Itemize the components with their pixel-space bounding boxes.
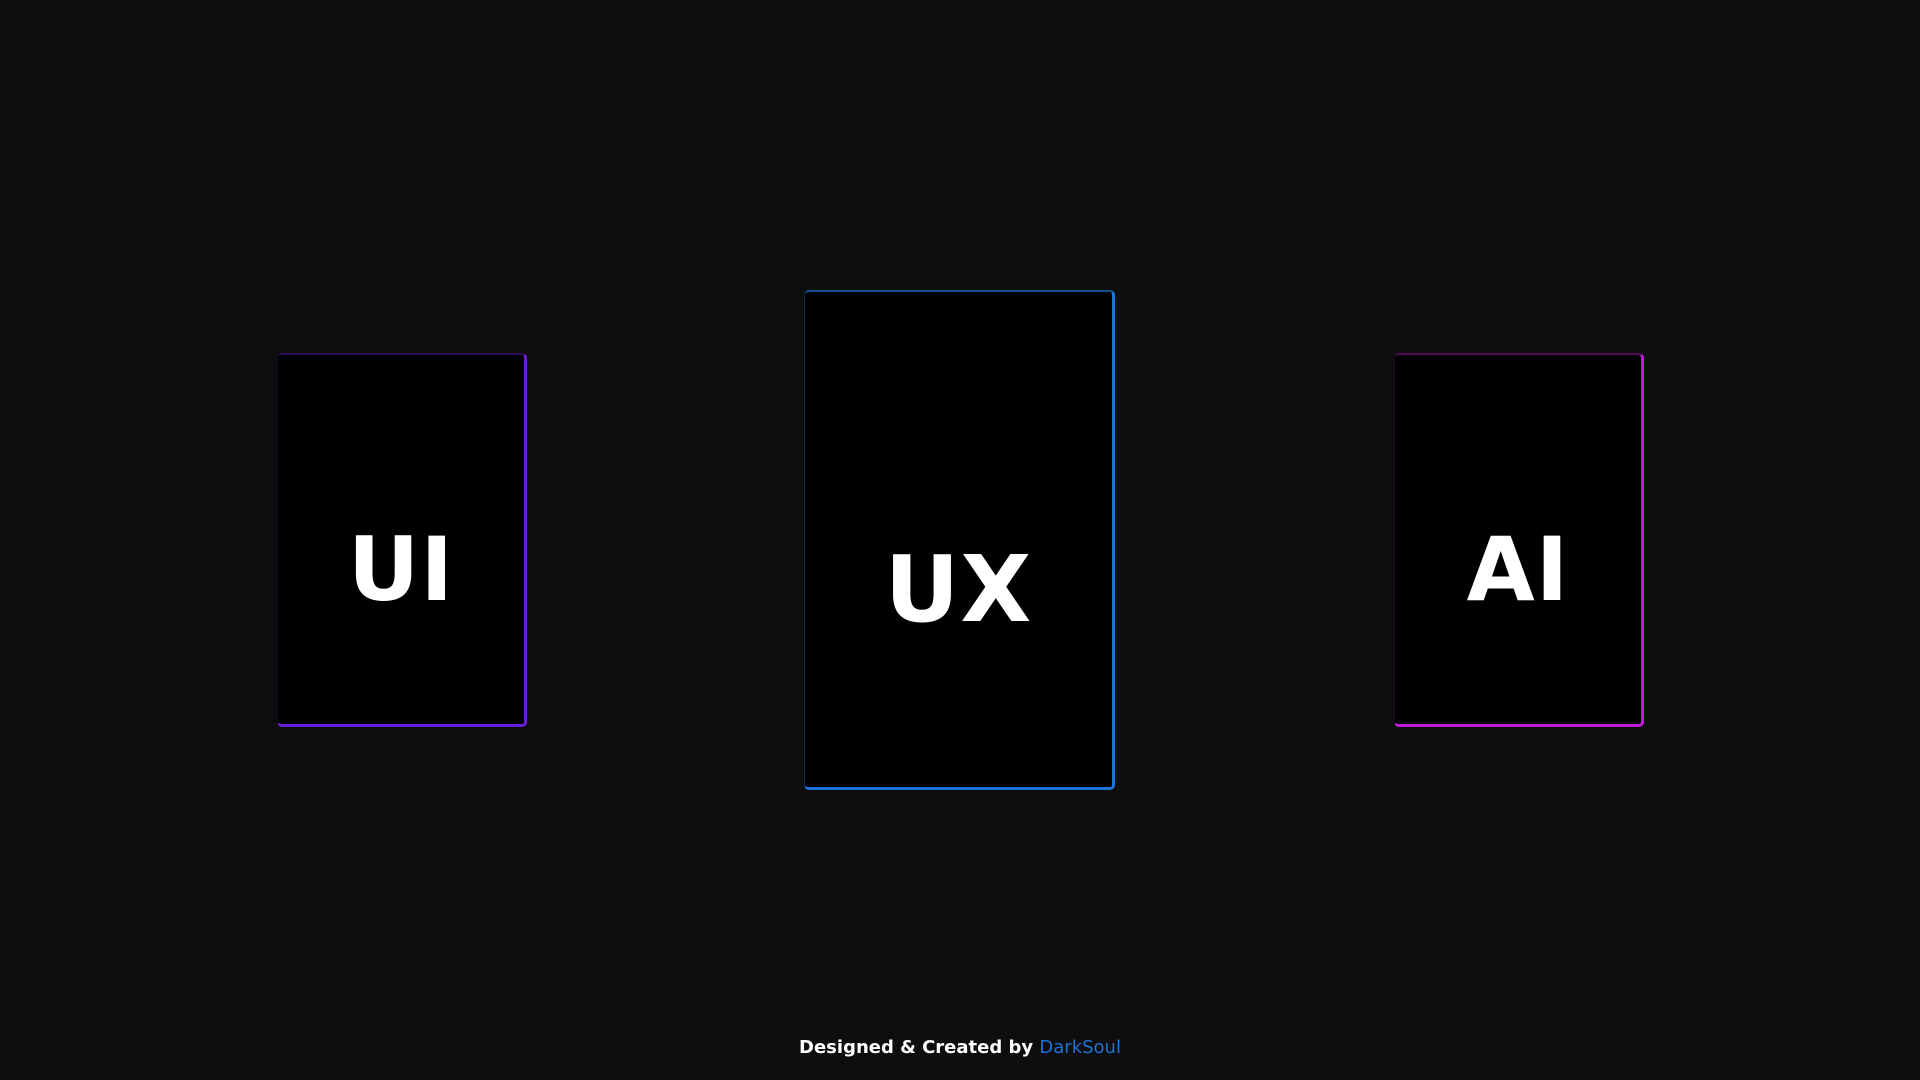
card-ui[interactable]: UI (277, 353, 527, 727)
author-link[interactable]: DarkSoul (1039, 1037, 1121, 1058)
card-ux-label: UX (884, 535, 1033, 643)
card-ai[interactable]: AI (1394, 353, 1644, 727)
footer-text: Designed & Created by (799, 1037, 1034, 1058)
card-ai-label: AI (1466, 517, 1570, 621)
card-ui-label: UI (347, 517, 455, 621)
footer-credit: Designed & Created by DarkSoul (0, 1037, 1920, 1058)
page-stage: UI UX AI Designed & Created by DarkSoul (0, 0, 1920, 1080)
card-ux[interactable]: UX (804, 290, 1115, 790)
